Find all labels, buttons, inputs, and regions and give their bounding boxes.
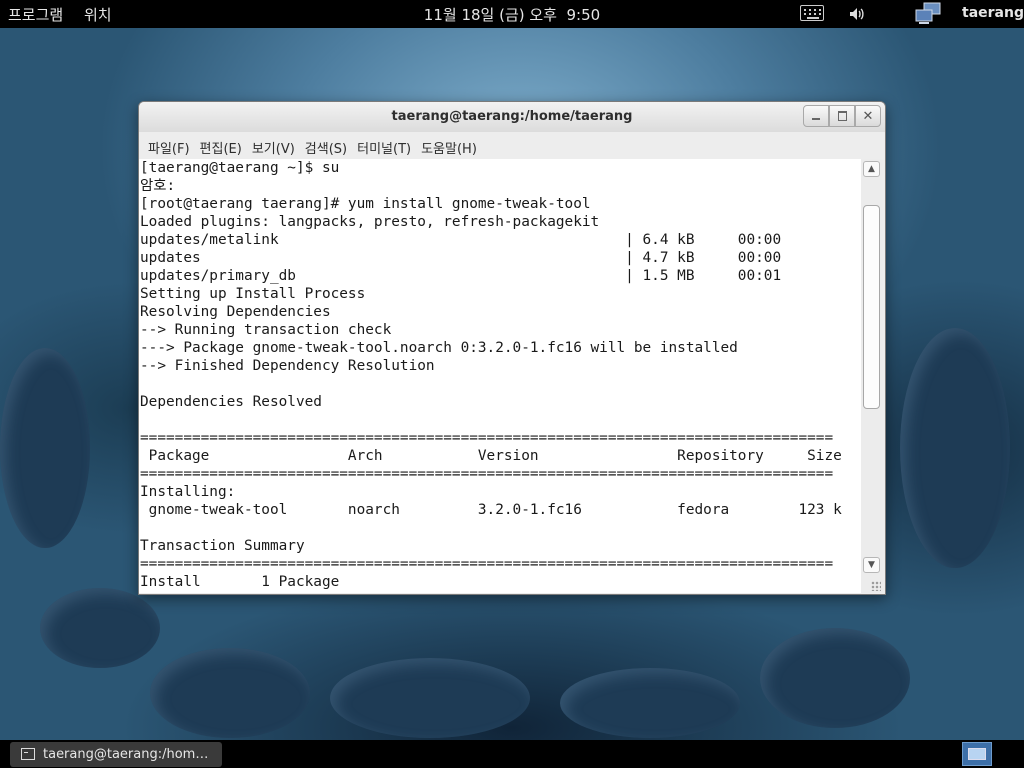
close-button[interactable]: ✕ [855, 105, 881, 127]
menu-help[interactable]: 도움말(H) [416, 132, 482, 158]
top-panel: 프로그램 위치 11월 18일 (금) 오후 9:50 taerang [0, 0, 1024, 28]
taskbar-item-label: taerang@taerang:/hom… [43, 747, 209, 762]
scroll-down-arrow-icon[interactable]: ▼ [863, 557, 880, 573]
wallpaper-rock [760, 628, 910, 728]
terminal-line: [root@taerang taerang]# yum install gnom… [140, 196, 591, 212]
terminal-line: Dependencies Resolved [140, 394, 322, 410]
terminal-line: Install 1 Package [140, 574, 340, 590]
terminal-line: Setting up Install Process [140, 286, 366, 302]
menu-terminal[interactable]: 터미널(T) [352, 132, 416, 158]
taskbar-item-terminal[interactable]: taerang@taerang:/hom… [10, 742, 222, 767]
resize-grip-icon[interactable] [871, 581, 881, 591]
places-menu[interactable]: 위치 [84, 4, 112, 25]
wallpaper-rock [150, 648, 310, 738]
terminal-line: --> Running transaction check [140, 322, 392, 338]
bottom-panel: taerang@taerang:/hom… [0, 740, 1024, 768]
maximize-button[interactable] [829, 105, 855, 127]
window-controls: ✕ [803, 105, 881, 127]
wallpaper-rock [900, 328, 1010, 568]
terminal-line: Resolving Dependencies [140, 304, 331, 320]
terminal-output[interactable]: [taerang@taerang ~]$ su 암호: [root@taerang … [139, 159, 861, 593]
scrollbar[interactable]: ▲ ▼ [861, 159, 883, 593]
terminal-line: Transaction Summary [140, 538, 305, 554]
terminal-line: [taerang@taerang ~]$ su [140, 160, 340, 176]
terminal-text: [taerang@taerang ~]$ su 암호: [root@taerang … [139, 159, 861, 591]
terminal-line: updates/primary_db | 1.5 MB 00:01 [140, 268, 782, 284]
terminal-line: Package Arch Version Repository Size [140, 448, 842, 464]
maximize-icon [837, 111, 847, 121]
terminal-line: ---> Package gnome-tweak-tool.noarch 0:3… [140, 340, 738, 356]
minimize-button[interactable] [803, 105, 829, 127]
clock-area: 11월 18일 (금) 오후 9:50 [0, 4, 1024, 25]
menu-bar: 파일(F) 편집(E) 보기(V) 검색(S) 터미널(T) 도움말(H) [139, 132, 885, 158]
window-title: taerang@taerang:/home/taerang [391, 109, 633, 124]
network-icon[interactable] [914, 2, 942, 26]
close-icon: ✕ [862, 108, 874, 124]
applications-menu[interactable]: 프로그램 [8, 4, 63, 25]
terminal-line: ========================================… [140, 466, 834, 482]
scrollbar-thumb[interactable] [863, 205, 880, 409]
user-menu[interactable]: taerang [962, 5, 1024, 21]
terminal-line: updates/metalink | 6.4 kB 00:00 [140, 232, 782, 248]
minimize-icon [812, 118, 820, 120]
menu-edit[interactable]: 편집(E) [195, 132, 247, 158]
keyboard-icon[interactable] [800, 5, 824, 21]
wallpaper-rock [560, 668, 740, 738]
wallpaper-rock [40, 588, 160, 668]
terminal-line: Installing: [140, 484, 236, 500]
terminal-icon [21, 748, 35, 760]
wallpaper-rock [0, 348, 90, 548]
menu-search[interactable]: 검색(S) [300, 132, 352, 158]
menu-view[interactable]: 보기(V) [247, 132, 300, 158]
terminal-window: taerang@taerang:/home/taerang ✕ 파일(F) 편집… [138, 101, 886, 595]
wallpaper-rock [330, 658, 530, 738]
terminal-line: ========================================… [140, 556, 834, 572]
terminal-line: Loaded plugins: langpacks, presto, refre… [140, 214, 600, 230]
scroll-up-arrow-icon[interactable]: ▲ [863, 161, 880, 177]
terminal-line: gnome-tweak-tool noarch 3.2.0-1.fc16 fed… [140, 502, 842, 518]
terminal-line: ========================================… [140, 430, 834, 446]
terminal-line: updates | 4.7 kB 00:00 [140, 250, 782, 266]
workspace-switcher[interactable] [962, 742, 992, 766]
window-titlebar[interactable]: taerang@taerang:/home/taerang ✕ [139, 102, 885, 132]
clock[interactable]: 11월 18일 (금) 오후 9:50 [424, 6, 600, 24]
terminal-line: 암호: [140, 178, 176, 194]
terminal-line: --> Finished Dependency Resolution [140, 358, 435, 374]
volume-icon[interactable] [848, 5, 866, 23]
menu-file[interactable]: 파일(F) [143, 132, 195, 158]
